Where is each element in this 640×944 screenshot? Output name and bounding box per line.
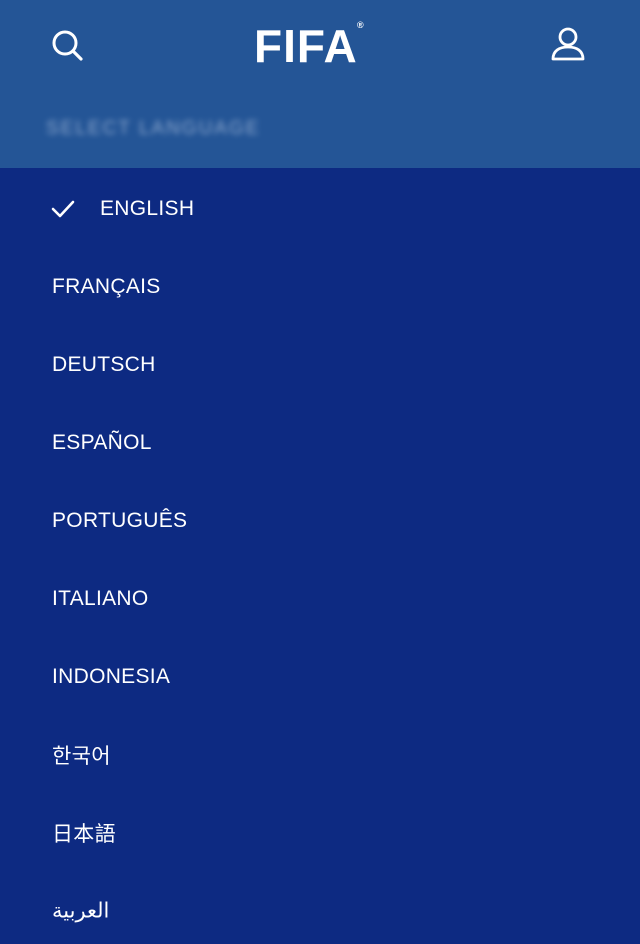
- logo-text: FIFA: [254, 20, 358, 72]
- language-label: ENGLISH: [100, 197, 195, 220]
- language-label: ITALIANO: [52, 587, 149, 610]
- language-option-korean[interactable]: 한국어: [0, 716, 640, 794]
- check-icon: [51, 200, 75, 218]
- language-label: ESPAÑOL: [52, 431, 152, 454]
- language-option-italian[interactable]: ITALIANO: [0, 560, 640, 638]
- language-option-arabic[interactable]: العربية: [0, 872, 640, 944]
- app-root: FIFA ® SELECT LANGUAGE ENGLISH FRANÇAIS …: [0, 0, 640, 944]
- language-label: 한국어: [52, 745, 111, 768]
- search-button[interactable]: [46, 24, 90, 68]
- fifa-logo[interactable]: FIFA ®: [254, 20, 364, 72]
- language-label: 日本語: [52, 823, 116, 846]
- language-option-german[interactable]: DEUTSCH: [0, 326, 640, 404]
- language-label: FRANÇAIS: [52, 275, 161, 298]
- language-label: INDONESIA: [52, 665, 171, 688]
- user-icon: [551, 27, 585, 61]
- language-option-indonesian[interactable]: INDONESIA: [0, 638, 640, 716]
- top-header: FIFA ® SELECT LANGUAGE: [0, 0, 640, 168]
- language-label: DEUTSCH: [52, 353, 156, 376]
- language-label: PORTUGUÊS: [52, 509, 188, 532]
- blurred-header-label: SELECT LANGUAGE: [46, 118, 261, 139]
- language-label: العربية: [52, 899, 110, 923]
- language-option-portuguese[interactable]: PORTUGUÊS: [0, 482, 640, 560]
- registered-mark: ®: [357, 20, 364, 30]
- language-option-english[interactable]: ENGLISH: [0, 170, 640, 248]
- language-option-french[interactable]: FRANÇAIS: [0, 248, 640, 326]
- language-option-spanish[interactable]: ESPAÑOL: [0, 404, 640, 482]
- language-menu: ENGLISH FRANÇAIS DEUTSCH ESPAÑOL PORTUGU…: [0, 168, 640, 944]
- search-icon: [52, 30, 83, 61]
- account-button[interactable]: [546, 22, 590, 66]
- language-option-japanese[interactable]: 日本語: [0, 794, 640, 872]
